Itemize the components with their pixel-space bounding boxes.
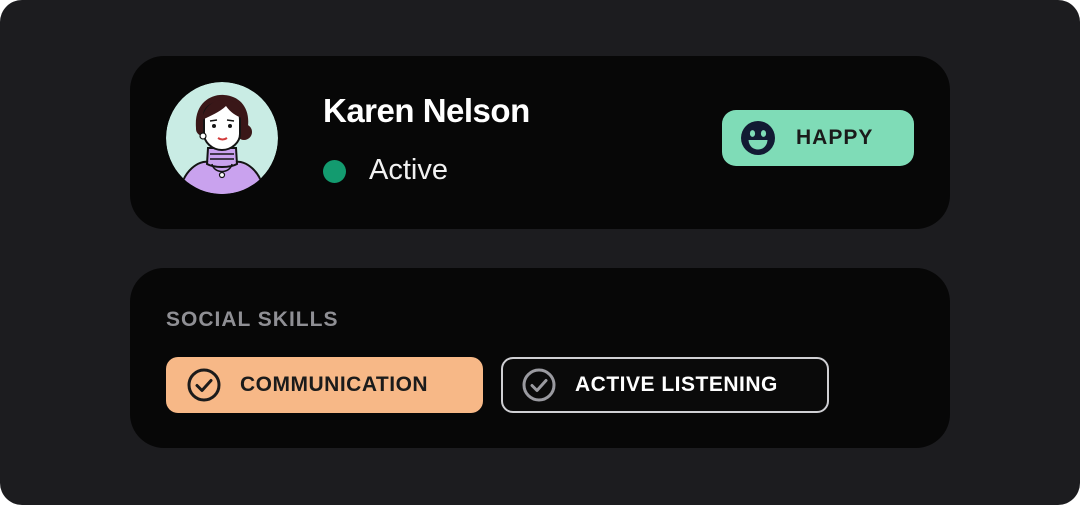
profile-name: Karen Nelson xyxy=(323,92,530,129)
app-frame: Karen Nelson Active HAPPY SOCIAL SKILLS … xyxy=(0,0,1080,505)
woman-avatar-icon xyxy=(166,82,278,194)
skill-label: ACTIVE LISTENING xyxy=(575,373,778,396)
avatar[interactable] xyxy=(166,82,278,194)
profile-card: Karen Nelson Active HAPPY xyxy=(130,56,950,229)
check-circle-icon xyxy=(522,368,556,402)
skills-card: SOCIAL SKILLS COMMUNICATION ACTIVE LISTE… xyxy=(130,268,950,448)
skill-tag-communication[interactable]: COMMUNICATION xyxy=(166,357,483,413)
status-indicator-dot xyxy=(323,160,346,183)
mood-label: HAPPY xyxy=(796,126,874,149)
smiley-face-icon xyxy=(741,121,775,155)
status-text: Active xyxy=(369,154,448,186)
skill-label: COMMUNICATION xyxy=(240,373,429,396)
check-circle-icon xyxy=(187,368,221,402)
skills-section-title: SOCIAL SKILLS xyxy=(166,308,339,331)
mood-badge[interactable]: HAPPY xyxy=(722,110,914,166)
skill-tag-active-listening[interactable]: ACTIVE LISTENING xyxy=(501,357,829,413)
